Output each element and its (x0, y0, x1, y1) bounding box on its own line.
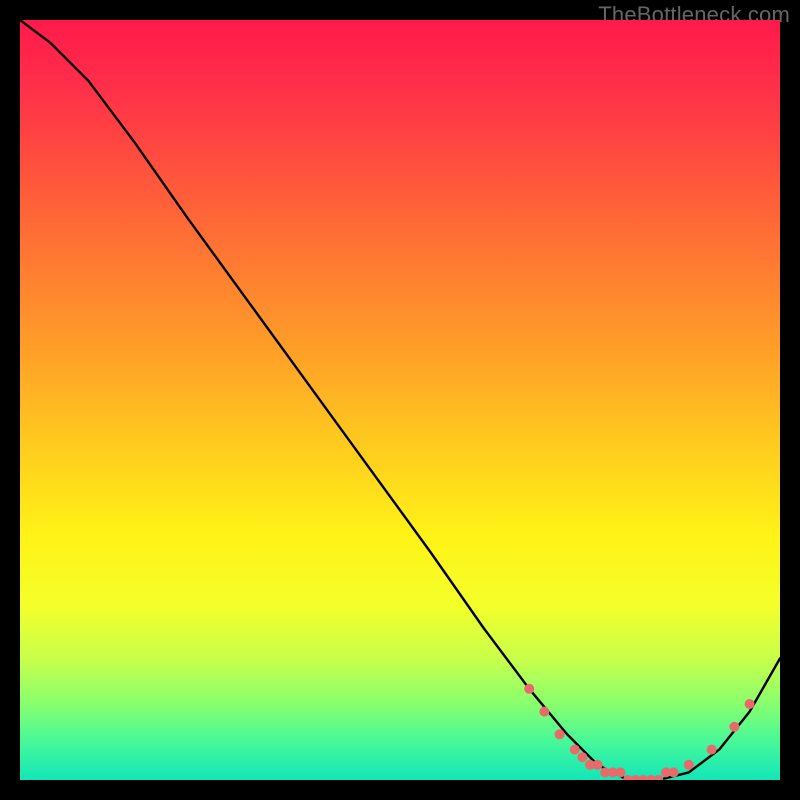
marker-dot (615, 767, 625, 777)
marker-dot (524, 684, 534, 694)
marker-dot (729, 722, 739, 732)
marker-dot (539, 707, 549, 717)
marker-dot (570, 745, 580, 755)
marker-dot (577, 752, 587, 762)
gradient-background (20, 20, 780, 780)
bottleneck-chart (20, 20, 780, 780)
marker-dot (669, 767, 679, 777)
plot-area (20, 20, 780, 780)
marker-dot (593, 760, 603, 770)
chart-frame: TheBottleneck.com (0, 0, 800, 800)
marker-dot (555, 729, 565, 739)
marker-dot (684, 760, 694, 770)
marker-dot (745, 699, 755, 709)
marker-dot (707, 745, 717, 755)
